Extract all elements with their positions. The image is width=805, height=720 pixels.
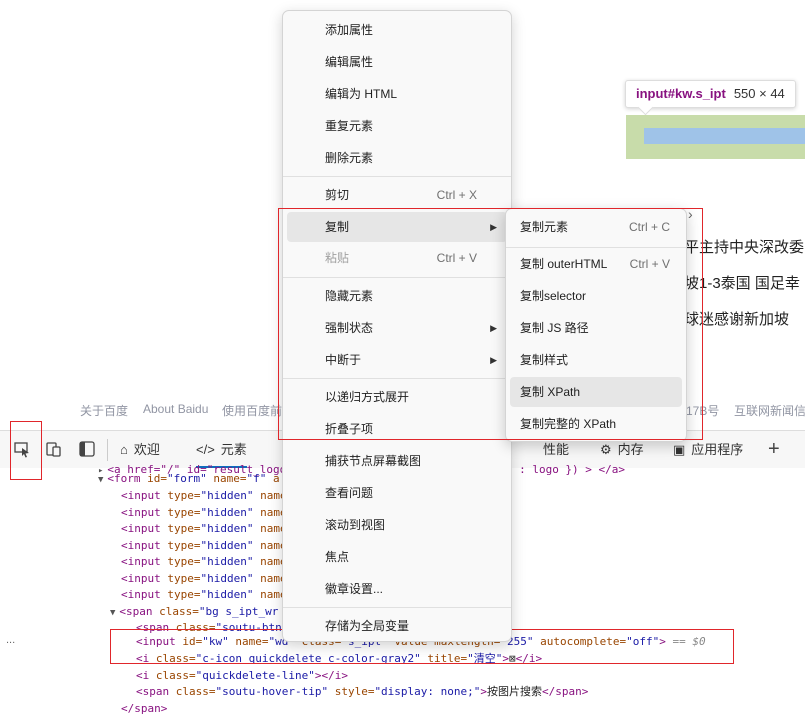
dom-node-hover-tip[interactable]: <span class="soutu-hover-tip" style="dis… bbox=[136, 684, 588, 701]
tooltip-size: 550 × 44 bbox=[733, 86, 785, 101]
inspect-tooltip: input#kw.s_ipt 550 × 44 bbox=[625, 80, 796, 108]
menu-item-edit-as-html[interactable]: 编辑为 HTML bbox=[287, 79, 507, 109]
dom-node-hidden-input[interactable]: <input type="hidden" name bbox=[121, 505, 287, 522]
tab-label: 欢迎 bbox=[133, 442, 160, 457]
annotation-copy-menu bbox=[278, 208, 703, 440]
dom-node-span-close[interactable]: </span> bbox=[121, 701, 167, 718]
tab-label: 元素 bbox=[220, 442, 247, 457]
menu-item-cut[interactable]: 剪切 Ctrl + X bbox=[287, 180, 507, 210]
dom-node-hidden-input[interactable]: <input type="hidden" name bbox=[121, 571, 287, 588]
menu-item-store-as-global[interactable]: 存储为全局变量 bbox=[287, 611, 507, 641]
toolbar-divider bbox=[107, 439, 108, 461]
dom-node-hidden-input[interactable]: <input type="hidden" name bbox=[121, 554, 287, 571]
menu-item-view-issues[interactable]: 查看问题 bbox=[287, 478, 507, 508]
expand-triangle-icon[interactable]: ▼ bbox=[98, 475, 103, 485]
dom-node-hidden-input[interactable]: <input type="hidden" name bbox=[121, 521, 287, 538]
menu-item-delete-element[interactable]: 删除元素 bbox=[287, 143, 507, 173]
tab-label: 内存 bbox=[617, 442, 644, 457]
footer-link[interactable]: 使用百度前 bbox=[222, 402, 282, 419]
code-icon: </> bbox=[196, 442, 215, 457]
dom-node-hidden-input[interactable]: <input type="hidden" name bbox=[121, 488, 287, 505]
menu-item-scroll-into-view[interactable]: 滚动到视图 bbox=[287, 510, 507, 540]
memory-icon: ⚙ bbox=[600, 442, 612, 457]
dom-node-hidden-input[interactable]: <input type="hidden" name bbox=[121, 538, 287, 555]
menu-item-edit-attribute[interactable]: 编辑属性 bbox=[287, 47, 507, 77]
expand-triangle-icon[interactable]: ▼ bbox=[110, 608, 115, 618]
annotation-inspect-button bbox=[10, 421, 42, 480]
footer-link[interactable]: 关于百度 bbox=[80, 402, 128, 419]
footer-link[interactable]: 互联网新闻信 bbox=[734, 402, 805, 419]
dom-node-form[interactable]: ▼ <form id="form" name="f" a bbox=[98, 471, 280, 488]
tooltip-selector: input#kw.s_ipt bbox=[636, 86, 726, 101]
dom-node-quickdelete-line[interactable]: <i class="quickdelete-line"></i> bbox=[136, 668, 348, 685]
menu-item-badge-settings[interactable]: 徽章设置... bbox=[287, 574, 507, 604]
dom-node-hidden-input[interactable]: <input type="hidden" name bbox=[121, 587, 287, 604]
element-highlight-content bbox=[644, 128, 805, 144]
home-icon: ⌂ bbox=[120, 442, 128, 457]
device-emulation-icon[interactable] bbox=[44, 440, 64, 460]
application-icon: ▣ bbox=[673, 442, 686, 457]
dom-node-span-bg[interactable]: ▼ <span class="bg s_ipt_wr bbox=[110, 604, 278, 621]
add-tab-button[interactable]: + bbox=[768, 431, 780, 468]
footer-link[interactable]: About Baidu bbox=[143, 402, 208, 416]
menu-separator bbox=[283, 176, 511, 177]
menu-item-duplicate-element[interactable]: 重复元素 bbox=[287, 111, 507, 141]
more-options-icon[interactable]: ... bbox=[6, 634, 15, 646]
dock-side-icon[interactable] bbox=[77, 440, 97, 460]
tab-label: 性能 bbox=[543, 442, 570, 457]
menu-item-focus[interactable]: 焦点 bbox=[287, 542, 507, 572]
menu-item-capture-node-screenshot[interactable]: 捕获节点屏幕截图 bbox=[287, 446, 507, 476]
menu-item-add-attribute[interactable]: 添加属性 bbox=[287, 15, 507, 45]
tab-label: 应用程序 bbox=[691, 442, 744, 457]
menu-separator bbox=[283, 607, 511, 608]
